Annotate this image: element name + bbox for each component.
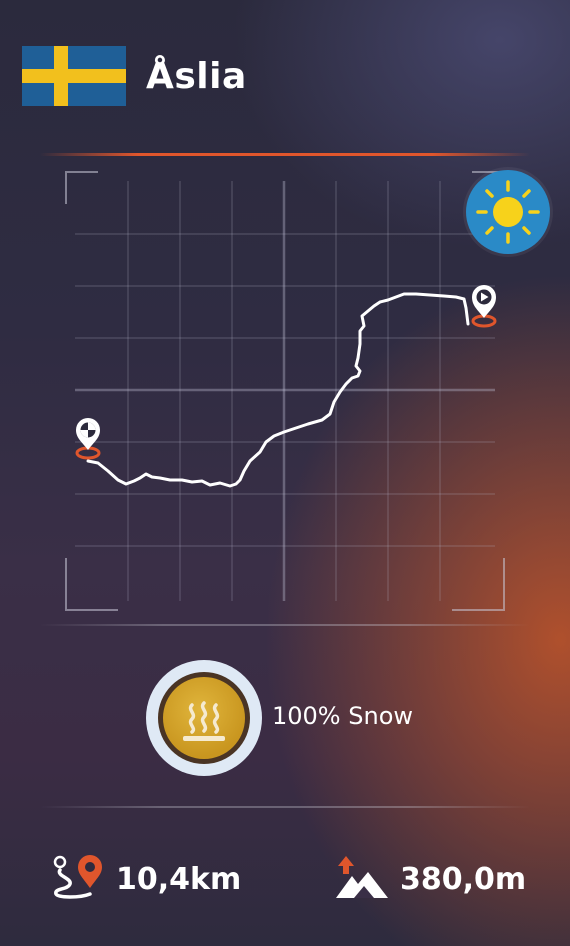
finish-pin-icon[interactable]	[75, 418, 101, 460]
heat-waves-icon	[163, 677, 245, 759]
elevation-value: 380,0m	[400, 862, 527, 897]
sweden-flag-icon	[22, 46, 126, 106]
route-map[interactable]	[60, 166, 510, 616]
race-info-card: Åslia 100% Snow 10,4km 380,0m	[0, 0, 570, 946]
snow-condition-label: 100% Snow	[272, 702, 413, 730]
location-title: Åslia	[146, 56, 247, 97]
route-pin-icon	[50, 854, 110, 900]
stats-divider	[40, 806, 530, 808]
mountain-up-arrow-icon	[334, 854, 390, 900]
snow-condition-badge	[146, 660, 262, 776]
flag-cross-horizontal	[22, 69, 126, 83]
sun-icon	[466, 170, 550, 254]
distance-value: 10,4km	[116, 862, 242, 897]
start-pin-icon[interactable]	[471, 285, 497, 328]
header-divider	[40, 153, 530, 156]
map-axes	[75, 181, 495, 601]
map-divider	[40, 624, 530, 626]
